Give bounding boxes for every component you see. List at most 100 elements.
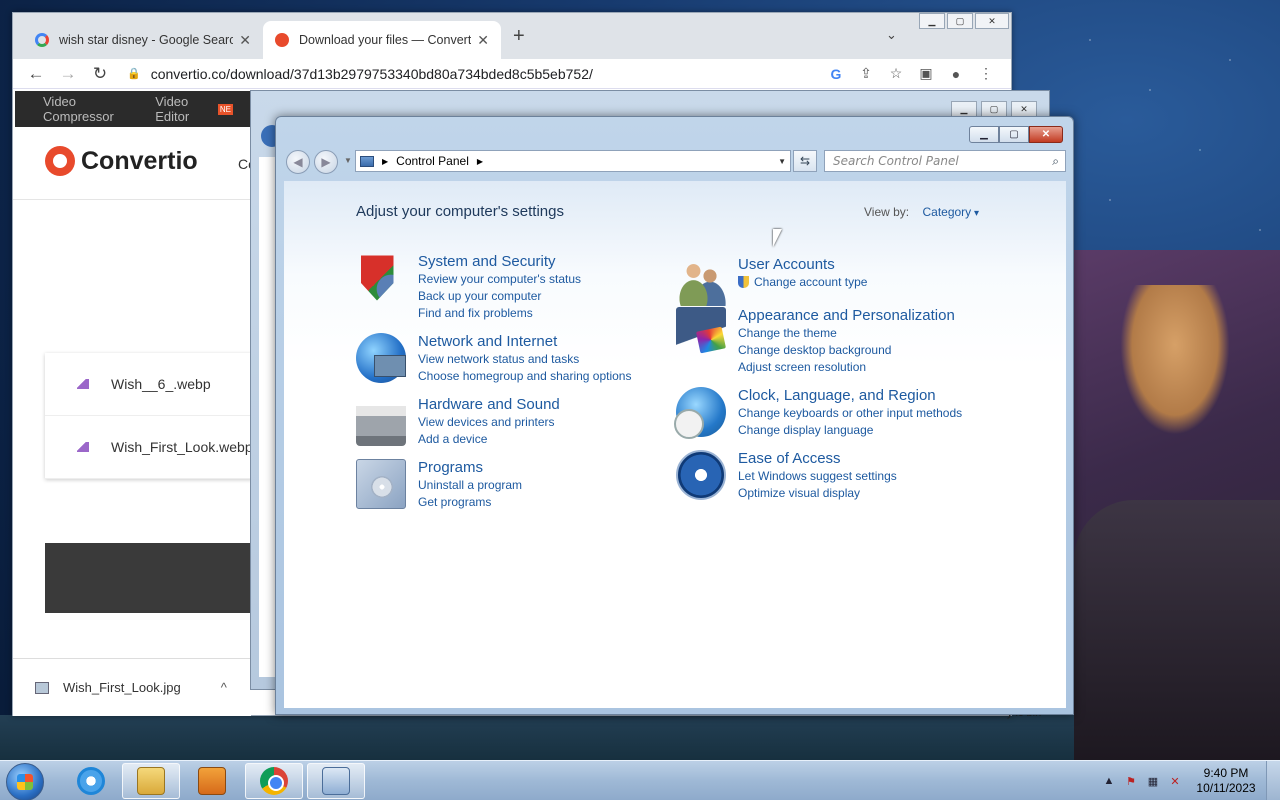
category-network-internet: Network and Internet View network status…	[356, 333, 631, 385]
search-icon[interactable]: ⌕	[1052, 154, 1059, 169]
task-link[interactable]: Choose homegroup and sharing options	[418, 368, 631, 385]
task-link[interactable]: Optimize visual display	[738, 485, 897, 502]
task-link[interactable]: Find and fix problems	[418, 305, 581, 322]
programs-disc-icon[interactable]	[356, 459, 406, 509]
google-lens-icon[interactable]: G	[821, 66, 851, 82]
back-button[interactable]: ◀	[286, 150, 310, 174]
close-icon[interactable]: ✕	[239, 32, 251, 49]
volume-muted-icon[interactable]: ✕	[1164, 775, 1186, 788]
task-link[interactable]: Change display language	[738, 422, 962, 439]
nav-video-editor[interactable]: Video Editor	[155, 94, 216, 124]
maximize-button[interactable]: ▢	[947, 13, 973, 29]
category-title[interactable]: Network and Internet	[418, 333, 631, 351]
tab-convertio[interactable]: Download your files — Convertio ✕	[263, 21, 501, 59]
minimize-button[interactable]: ▁	[951, 101, 977, 117]
maximize-button[interactable]: ▢	[999, 126, 1029, 143]
tray-expand-icon[interactable]: ▲	[1098, 775, 1120, 787]
show-desktop-button[interactable]	[1266, 761, 1280, 800]
printer-icon[interactable]	[356, 396, 406, 446]
shield-icon[interactable]	[361, 255, 394, 301]
action-center-flag-icon[interactable]: ⚑	[1120, 775, 1142, 788]
close-button[interactable]: ✕	[975, 13, 1009, 29]
network-icon[interactable]: ▦	[1142, 775, 1164, 788]
menu-kebab-icon[interactable]: ⋮	[971, 65, 1001, 82]
share-icon[interactable]: ⇪	[851, 65, 881, 82]
appearance-icon[interactable]	[676, 307, 726, 357]
image-file-icon	[77, 442, 89, 452]
view-by-dropdown[interactable]: Category	[922, 205, 979, 219]
convertio-logo-icon	[45, 146, 75, 176]
close-icon[interactable]: ✕	[477, 32, 489, 49]
minimize-button[interactable]: ▁	[969, 126, 999, 143]
forward-button[interactable]: →	[55, 64, 81, 84]
maximize-button[interactable]: ▢	[981, 101, 1007, 117]
category-title[interactable]: Programs	[418, 459, 522, 477]
tab-strip: wish star disney - Google Search ✕ Downl…	[13, 13, 1011, 59]
chevron-down-icon[interactable]: ⌄	[886, 27, 897, 43]
category-title[interactable]: Ease of Access	[738, 450, 897, 468]
task-link[interactable]: Let Windows suggest settings	[738, 468, 897, 485]
tab-title: Download your files — Convertio	[299, 33, 472, 47]
taskbar-control-panel[interactable]	[307, 763, 365, 799]
task-link[interactable]: Uninstall a program	[418, 477, 522, 494]
category-title[interactable]: Hardware and Sound	[418, 396, 560, 414]
taskbar-chrome[interactable]	[245, 763, 303, 799]
taskbar-media-player[interactable]	[183, 763, 241, 799]
mouse-cursor-icon	[773, 229, 782, 247]
search-input[interactable]: Search Control Panel ⌕	[824, 150, 1066, 172]
control-panel-icon	[322, 767, 350, 795]
file-name: Wish__6_.webp	[111, 376, 211, 392]
view-by-label: View by:	[864, 205, 910, 219]
ease-of-access-icon[interactable]	[676, 450, 726, 500]
download-item[interactable]: Wish_First_Look.jpg	[63, 680, 181, 695]
task-link[interactable]: Change desktop background	[738, 342, 955, 359]
tab-google-search[interactable]: wish star disney - Google Search ✕	[23, 21, 263, 59]
profile-icon[interactable]: ●	[941, 66, 971, 82]
address-bar[interactable]: 🔒 convertio.co/download/37d13b2979753340…	[119, 60, 821, 88]
clock-globe-icon[interactable]	[674, 387, 726, 439]
convertio-logo[interactable]: Convertio	[45, 146, 198, 176]
list-item[interactable]: Wish_First_Look.webp	[45, 416, 253, 479]
category-title[interactable]: Clock, Language, and Region	[738, 387, 962, 405]
new-tab-button[interactable]: +	[513, 25, 525, 48]
task-link[interactable]: Review your computer's status	[418, 271, 581, 288]
task-link[interactable]: Change the theme	[738, 325, 955, 342]
minimize-button[interactable]: ▁	[919, 13, 945, 29]
tray-clock[interactable]: 9:40 PM 10/11/2023	[1186, 766, 1266, 796]
category-user-accounts: User Accounts Change account type	[676, 256, 867, 306]
task-link[interactable]: View devices and printers	[418, 414, 560, 431]
start-button[interactable]	[6, 763, 44, 800]
task-link[interactable]: Change account type	[738, 274, 867, 291]
file-list: Wish__6_.webp Wish_First_Look.webp	[45, 353, 253, 479]
list-item[interactable]: Wish__6_.webp	[45, 353, 253, 416]
task-link[interactable]: Get programs	[418, 494, 522, 511]
bookmark-star-icon[interactable]: ☆	[881, 65, 911, 82]
close-button[interactable]: ✕	[1011, 101, 1037, 117]
category-title[interactable]: System and Security	[418, 253, 581, 271]
forward-button[interactable]: ▶	[314, 150, 338, 174]
category-title[interactable]: User Accounts	[738, 256, 867, 274]
history-dropdown-icon[interactable]: ▼	[344, 156, 352, 165]
refresh-button[interactable]: ⇆	[793, 150, 817, 172]
address-dropdown-icon[interactable]: ▼	[778, 157, 786, 166]
task-link[interactable]: Adjust screen resolution	[738, 359, 955, 376]
address-bar[interactable]: ▶ Control Panel ▶ ▼	[355, 150, 791, 172]
category-title[interactable]: Appearance and Personalization	[738, 307, 955, 325]
close-button[interactable]: ✕	[1029, 126, 1063, 143]
taskbar-internet-explorer[interactable]	[62, 763, 120, 799]
task-link[interactable]: Back up your computer	[418, 288, 581, 305]
chevron-up-icon[interactable]: ^	[221, 680, 227, 695]
nav-video-compressor[interactable]: Video Compressor	[43, 94, 135, 124]
users-icon[interactable]	[676, 256, 726, 306]
side-panel-icon[interactable]: ▣	[911, 65, 941, 82]
task-link[interactable]: View network status and tasks	[418, 351, 631, 368]
breadcrumb[interactable]: Control Panel	[396, 154, 469, 168]
breadcrumb-arrow-icon[interactable]: ▶	[477, 157, 483, 166]
network-globe-icon[interactable]	[356, 333, 406, 383]
breadcrumb-arrow-icon[interactable]: ▶	[382, 157, 388, 166]
taskbar-file-explorer[interactable]	[122, 763, 180, 799]
task-link[interactable]: Add a device	[418, 431, 560, 448]
reload-button[interactable]: ↻	[87, 64, 113, 84]
back-button[interactable]: ←	[23, 64, 49, 84]
task-link[interactable]: Change keyboards or other input methods	[738, 405, 962, 422]
